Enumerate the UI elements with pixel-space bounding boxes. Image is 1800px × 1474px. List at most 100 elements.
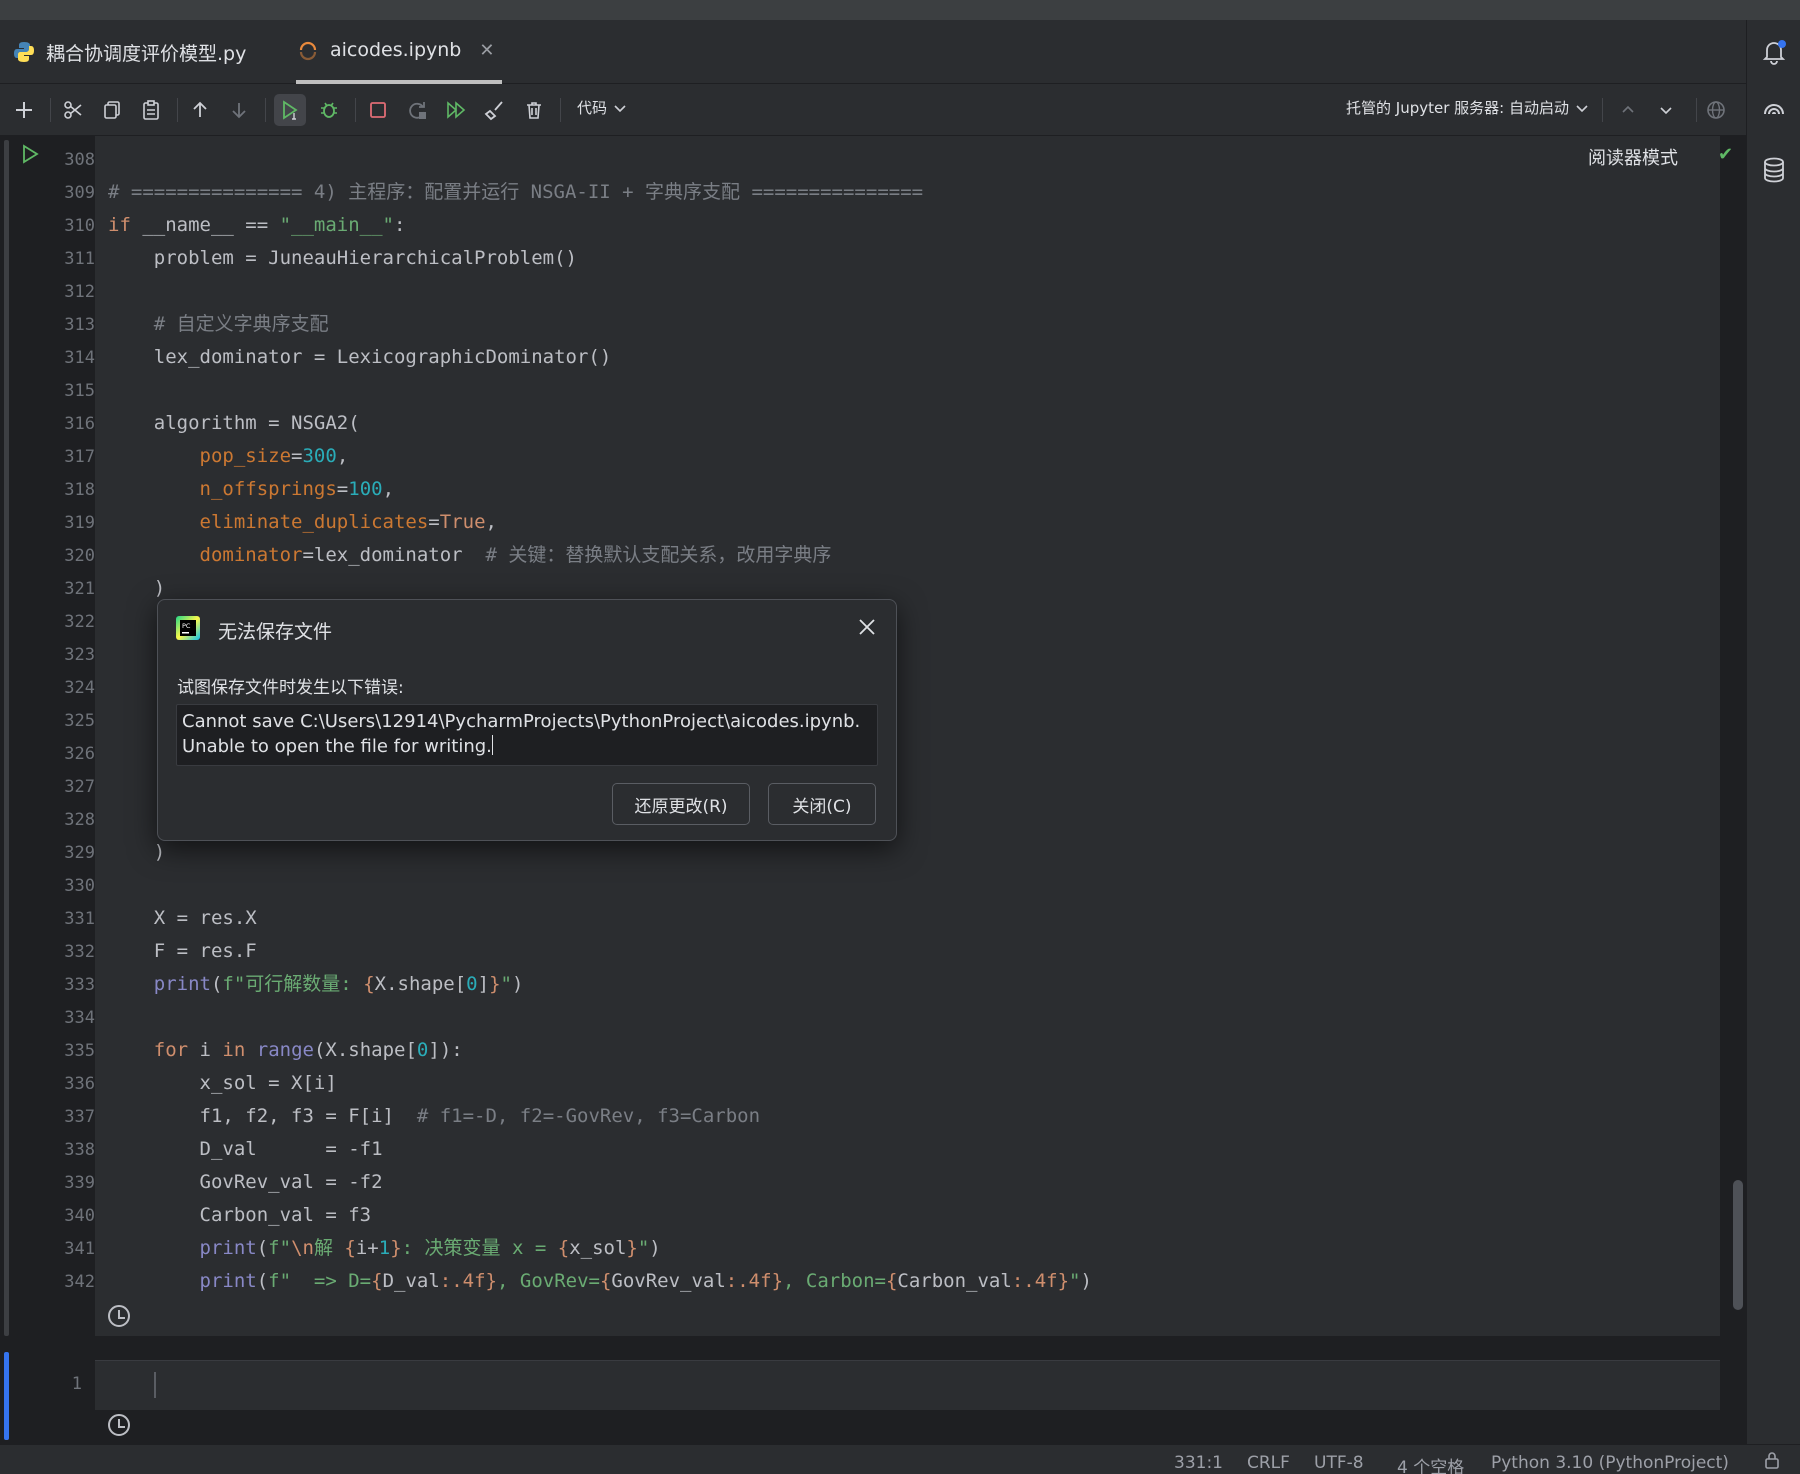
code-line: n_offsprings=100,: [199, 478, 395, 500]
code-line: # 自定义字典序支配: [108, 313, 329, 335]
notifications-bell-icon[interactable]: [1760, 38, 1788, 66]
code-line: dominator=lex_dominator # 关键：替换默认支配关系，改用…: [199, 544, 832, 566]
lock-icon[interactable]: [1764, 1451, 1780, 1474]
move-cell-down-icon[interactable]: [223, 94, 255, 126]
text-caret: [491, 735, 493, 755]
interrupt-kernel-icon[interactable]: [362, 94, 394, 126]
line-number: 338: [64, 1140, 95, 1160]
line-number: 317: [64, 447, 95, 467]
inspection-ok-icon[interactable]: ✔: [1718, 144, 1733, 165]
cell-selection-strip: [0, 136, 10, 1444]
line-number: 328: [64, 810, 95, 830]
delete-cell-icon[interactable]: [518, 94, 550, 126]
line-number: 339: [64, 1173, 95, 1193]
code-line: F = res.F: [108, 940, 257, 962]
code-line: Carbon_val = f3: [108, 1204, 372, 1226]
tab-label: 耦合协调度评价模型.py: [46, 42, 247, 65]
move-cell-up-icon[interactable]: [184, 94, 216, 126]
dialog-title: 无法保存文件: [218, 621, 333, 643]
next-cell-icon[interactable]: [1650, 94, 1682, 126]
close-icon[interactable]: [852, 612, 882, 642]
error-line: Cannot save C:\Users\12914\PycharmProjec…: [182, 711, 861, 732]
window-title-strip: [0, 0, 1800, 20]
add-cell-icon[interactable]: [8, 94, 40, 126]
line-number: 316: [64, 414, 95, 434]
reader-mode-button[interactable]: 阅读器模式: [1558, 142, 1708, 172]
line-separator[interactable]: CRLF: [1247, 1453, 1290, 1473]
globe-icon[interactable]: [1700, 94, 1732, 126]
file-encoding[interactable]: UTF-8: [1314, 1453, 1364, 1473]
line-number: 323: [64, 645, 95, 665]
line-number: 321: [64, 579, 95, 599]
close-button[interactable]: 关闭(C): [768, 783, 876, 825]
clear-outputs-icon[interactable]: [479, 94, 511, 126]
cell-type-label: 代码: [577, 99, 608, 117]
jupyter-server-dropdown[interactable]: 托管的 Jupyter 服务器: 自动启动: [1346, 97, 1589, 118]
code-editor-area[interactable]: [95, 1360, 1720, 1410]
code-line: problem = JuneauHierarchicalProblem(): [108, 247, 577, 269]
cell-type-dropdown[interactable]: 代码: [577, 97, 627, 118]
line-number: 341: [64, 1239, 95, 1259]
line-number: 336: [64, 1074, 95, 1094]
cut-icon[interactable]: [57, 94, 89, 126]
notebook-toolbar: 代码 托管的 Jupyter 服务器: 自动启动: [0, 84, 1746, 136]
line-number: 326: [64, 744, 95, 764]
code-line: X = res.X: [108, 907, 257, 929]
error-details-field[interactable]: Cannot save C:\Users\12914\PycharmProjec…: [176, 704, 878, 766]
line-number: 333: [64, 975, 95, 995]
paste-icon[interactable]: [135, 94, 167, 126]
line-number: 325: [64, 711, 95, 731]
tab-python-file[interactable]: 耦合协调度评价模型.py: [12, 20, 246, 84]
database-icon[interactable]: [1760, 156, 1788, 184]
execution-time-icon[interactable]: [108, 1414, 130, 1436]
empty-code-cell[interactable]: 1: [10, 1360, 1720, 1444]
line-number: 313: [64, 315, 95, 335]
error-line: Unable to open the file for writing.: [182, 735, 493, 757]
right-tool-window-bar: [1746, 20, 1800, 1444]
dialog-message: 试图保存文件时发生以下错误:: [177, 678, 404, 698]
debug-cell-icon[interactable]: [313, 94, 345, 126]
tab-notebook[interactable]: aicodes.ipynb ✕: [296, 20, 503, 84]
execution-time-icon[interactable]: [108, 1305, 130, 1327]
restart-kernel-icon[interactable]: [401, 94, 433, 126]
line-number: 330: [64, 876, 95, 896]
ai-assistant-icon[interactable]: [1760, 98, 1788, 126]
cannot-save-dialog: PC 无法保存文件 试图保存文件时发生以下错误: Cannot save C:\…: [157, 599, 897, 841]
line-number: 342: [64, 1272, 95, 1292]
code-line: ): [108, 841, 166, 863]
indent-setting[interactable]: 4 个空格: [1397, 1453, 1464, 1474]
line-number: 340: [64, 1206, 95, 1226]
line-number: 309: [64, 183, 95, 203]
code-line: if __name__ == "__main__":: [108, 214, 406, 236]
code-line: eliminate_duplicates=True,: [199, 511, 497, 533]
python-interpreter[interactable]: Python 3.10 (PythonProject): [1491, 1453, 1729, 1473]
run-all-icon[interactable]: [440, 94, 472, 126]
line-number: 335: [64, 1041, 95, 1061]
code-line: print(f"\n解 {i+1}: 决策变量 x = {x_sol}"): [199, 1237, 661, 1259]
previous-cell-icon[interactable]: [1612, 94, 1644, 126]
code-line: print(f"可行解数量: {X.shape[0]}"): [153, 973, 524, 995]
editor-tab-bar: 耦合协调度评价模型.py aicodes.ipynb ✕: [0, 20, 1746, 84]
tab-label: aicodes.ipynb: [330, 39, 462, 61]
line-number: 332: [64, 942, 95, 962]
code-line: f1, f2, f3 = F[i] # f1=-D, f2=-GovRev, f…: [108, 1105, 761, 1127]
code-line: pop_size=300,: [199, 445, 349, 467]
status-bar: 331:1 CRLF UTF-8 4 个空格 Python 3.10 (Pyth…: [0, 1444, 1800, 1474]
close-tab-icon[interactable]: ✕: [479, 40, 494, 61]
python-file-icon: [12, 40, 36, 64]
line-number: 331: [64, 909, 95, 929]
line-number: 1: [71, 1374, 82, 1394]
copy-icon[interactable]: [96, 94, 128, 126]
code-line: for i in range(X.shape[0]):: [153, 1039, 463, 1061]
line-number: 315: [64, 381, 95, 401]
vertical-scrollbar[interactable]: [1733, 1180, 1743, 1310]
run-cell-icon[interactable]: [274, 94, 306, 126]
revert-changes-button[interactable]: 还原更改(R): [612, 783, 750, 825]
caret-position[interactable]: 331:1: [1174, 1453, 1223, 1473]
line-number: 314: [64, 348, 95, 368]
chevron-down-icon: [614, 104, 626, 112]
notebook-loading-icon: [296, 38, 320, 62]
code-line: algorithm = NSGA2(: [108, 412, 360, 434]
code-line: D_val = -f1: [108, 1138, 383, 1160]
code-line: ): [108, 577, 166, 599]
